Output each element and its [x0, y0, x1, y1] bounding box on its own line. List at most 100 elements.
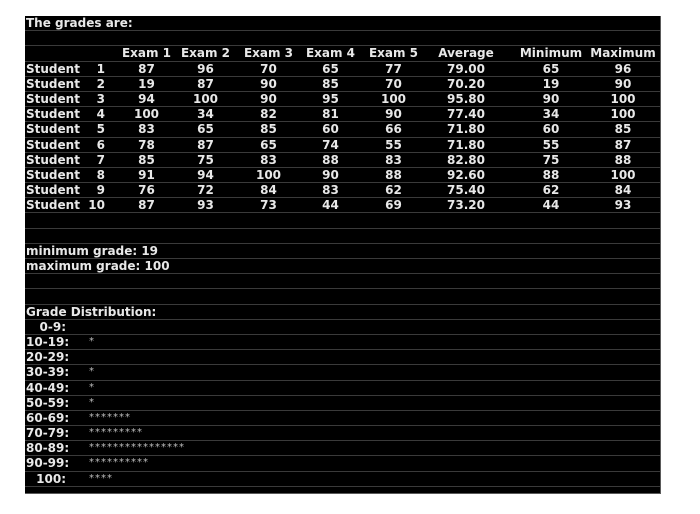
cell-exam-5: 70: [385, 76, 402, 91]
cell-exam-4: 74: [322, 137, 339, 152]
student-label: Student: [26, 183, 80, 198]
student-number: 8: [96, 167, 105, 182]
distribution-row: 60-69: *******: [25, 410, 660, 427]
terminal-output: The grades are: Exam 1 Exam 2 Exam 3 Exa…: [25, 16, 661, 494]
bin-stars: **********: [89, 457, 149, 469]
cell-minimum: 90: [542, 91, 560, 106]
header-exam-3: Exam 3: [243, 46, 294, 61]
table-row: Student 7 85 75 83 88 83 82.80 75 88: [25, 153, 660, 168]
cell-exam-2: 72: [197, 183, 214, 198]
distribution-title: Grade Distribution:: [26, 304, 157, 319]
blank-row: [25, 31, 660, 47]
student-number: 6: [96, 137, 105, 152]
output-title: The grades are:: [26, 16, 133, 30]
cell-exam-1: 76: [138, 183, 155, 198]
cell-exam-4: 95: [322, 91, 339, 106]
bin-label: 60-69:: [26, 410, 70, 425]
cell-exam-5: 100: [380, 91, 407, 106]
table-row: Student 1 87 96 70 65 77 79.00 65 96: [25, 62, 660, 77]
bin-label: 80-89:: [26, 441, 70, 456]
cell-exam-1: 87: [138, 61, 155, 76]
student-number: 7: [96, 152, 105, 167]
cell-maximum: 85: [614, 122, 632, 137]
cell-minimum: 75: [542, 152, 560, 167]
cell-average: 92.60: [447, 167, 485, 182]
cell-maximum: 84: [614, 183, 632, 198]
cell-exam-1: 94: [138, 91, 155, 106]
cell-exam-5: 88: [385, 167, 402, 182]
cell-exam-2: 75: [197, 152, 214, 167]
bin-label: 50-59:: [26, 395, 70, 410]
student-label: Student: [26, 61, 80, 76]
header-average: Average: [438, 46, 494, 61]
cell-minimum: 88: [542, 167, 560, 182]
bin-label: 20-29:: [26, 350, 70, 365]
table-row: Student 2 19 87 90 85 70 70.20 19 90: [25, 77, 660, 92]
student-label: Student: [26, 122, 80, 137]
cell-average: 71.80: [447, 137, 485, 152]
student-number: 4: [96, 107, 105, 122]
cell-exam-1: 100: [133, 107, 160, 122]
cell-exam-4: 81: [322, 107, 339, 122]
cell-exam-5: 83: [385, 152, 402, 167]
cell-exam-4: 44: [322, 198, 339, 213]
cell-exam-3: 100: [255, 167, 282, 182]
cell-minimum: 62: [542, 183, 560, 198]
bin-stars: *********: [89, 427, 143, 439]
table-row: Student 6 78 87 65 74 55 71.80 55 87: [25, 138, 660, 153]
header-maximum: Maximum: [590, 46, 656, 61]
cell-exam-5: 69: [385, 198, 402, 213]
cell-exam-5: 66: [385, 122, 402, 137]
cell-average: 77.40: [447, 107, 485, 122]
blank-row: [25, 289, 660, 305]
bin-label: 10-19:: [26, 334, 70, 349]
cell-average: 70.20: [447, 76, 485, 91]
cell-exam-4: 88: [322, 152, 339, 167]
blank-row: [25, 274, 660, 290]
cell-minimum: 19: [542, 76, 560, 91]
cell-exam-2: 93: [197, 198, 214, 213]
cell-maximum: 87: [614, 137, 632, 152]
distribution-row: 10-19: *: [25, 334, 660, 351]
cell-average: 95.80: [447, 91, 485, 106]
cell-exam-2: 87: [197, 137, 214, 152]
cell-maximum: 88: [614, 152, 632, 167]
student-number: 2: [96, 76, 105, 91]
student-label: Student: [26, 198, 80, 213]
cell-exam-4: 65: [322, 61, 339, 76]
cell-exam-4: 83: [322, 183, 339, 198]
bin-label: 100:: [36, 471, 66, 486]
distribution-row: 30-39: *: [25, 365, 660, 381]
cell-exam-2: 87: [197, 76, 214, 91]
cell-exam-1: 91: [138, 167, 155, 182]
cell-exam-2: 65: [197, 122, 214, 137]
bin-stars: ****: [89, 472, 113, 484]
cell-exam-3: 85: [260, 122, 277, 137]
cell-exam-1: 83: [138, 122, 155, 137]
cell-maximum: 96: [614, 61, 632, 76]
student-number: 1: [96, 61, 105, 76]
distribution-row: 40-49: *: [25, 381, 660, 396]
minimum-grade-text: minimum grade: 19: [26, 243, 159, 258]
distribution-title-row: Grade Distribution:: [25, 305, 660, 320]
student-label: Student: [26, 107, 80, 122]
table-row: Student 8 91 94 100 90 88 92.60 88 100: [25, 167, 660, 184]
cell-exam-1: 19: [138, 76, 155, 91]
cell-exam-1: 78: [138, 137, 155, 152]
bin-stars: *: [89, 366, 95, 378]
bin-label: 70-79:: [26, 426, 70, 441]
distribution-row: 100: ****: [25, 472, 660, 487]
bin-stars: *******: [89, 411, 131, 423]
header-exam-1: Exam 1: [121, 46, 172, 61]
bin-stars: *: [89, 396, 95, 408]
cell-exam-2: 34: [197, 107, 214, 122]
bin-label: 40-49:: [26, 380, 70, 395]
cell-exam-3: 82: [260, 107, 277, 122]
bin-label: 30-39:: [26, 365, 70, 380]
student-rows: Student 1 87 96 70 65 77 79.00 65 96 Student 2 19 87 9…: [25, 62, 660, 214]
student-number: 3: [96, 91, 105, 106]
cell-minimum: 60: [542, 122, 560, 137]
cell-average: 82.80: [447, 152, 485, 167]
cell-maximum: 100: [610, 167, 636, 182]
header-exam-5: Exam 5: [368, 46, 419, 61]
